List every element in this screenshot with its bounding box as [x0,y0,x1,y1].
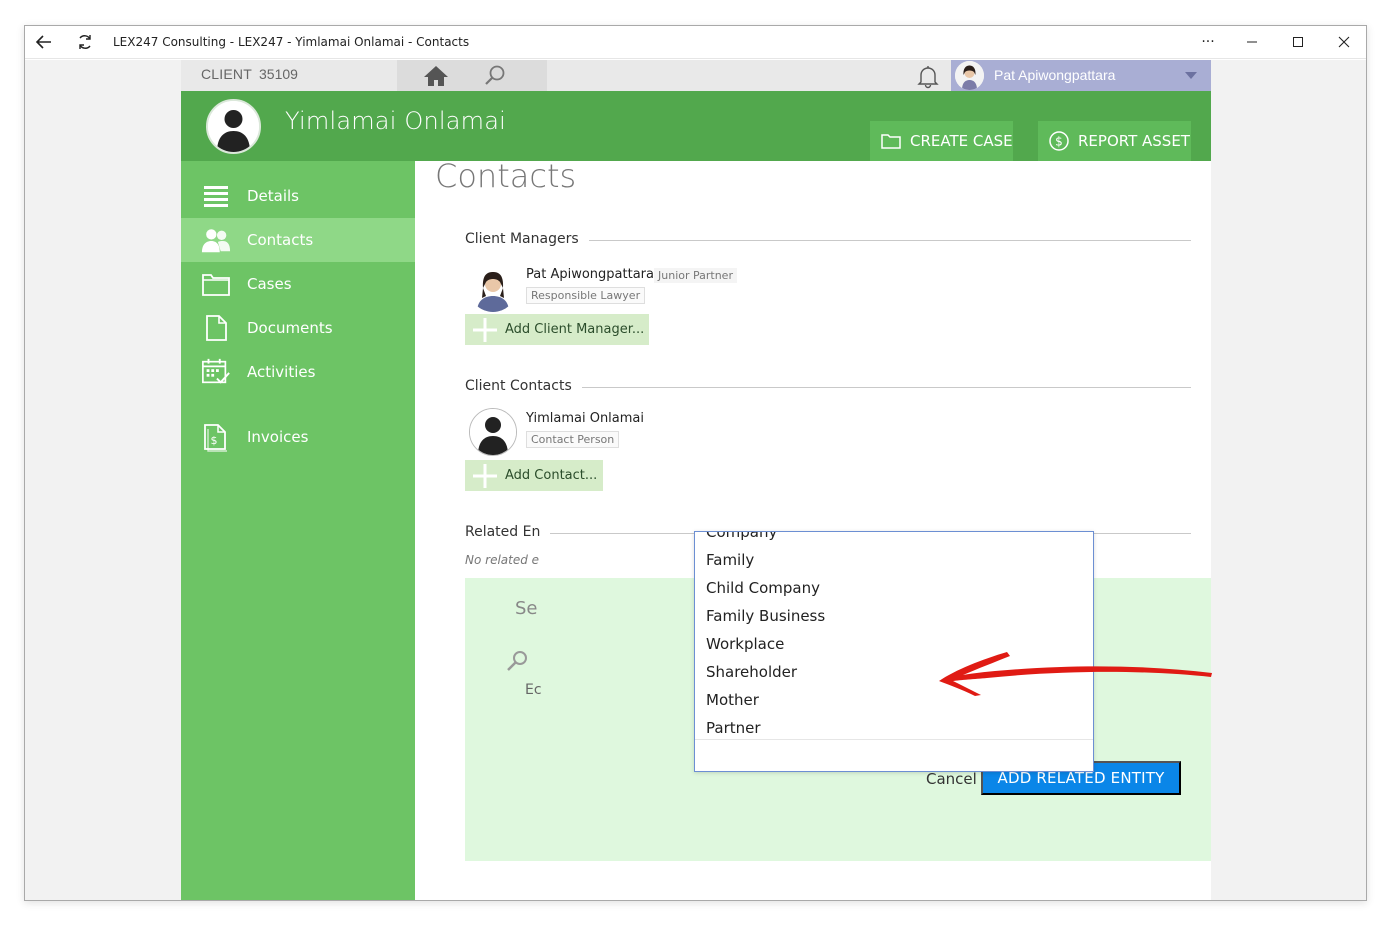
add-contact-button[interactable]: Add Contact... [465,460,603,491]
sidebar-item-label: Contacts [247,231,314,249]
section-heading: Client Managers [465,231,589,247]
sidebar-item-label: Cases [247,275,292,293]
minimize-icon[interactable] [1240,31,1264,53]
sidebar-item-label: Activities [247,363,316,381]
report-asset-button[interactable]: $ REPORT ASSET [1038,121,1191,161]
plus-icon [473,463,497,488]
client-managers-section: Client Managers [465,231,1191,251]
client-contacts-section: Client Contacts [465,378,1191,398]
add-client-manager-button[interactable]: Add Client Manager... [465,314,649,345]
title-bar: LEX247 Consulting - LEX247 - Yimlamai On… [25,26,1366,59]
window-title: LEX247 Consulting - LEX247 - Yimlamai On… [113,35,470,49]
select-heading: Se [515,598,538,619]
sidebar-item-documents[interactable]: Documents [181,306,415,350]
user-avatar [955,61,984,90]
sidebar-item-label: Documents [247,319,333,337]
person-tag: Responsible Lawyer [526,287,646,304]
search-icon[interactable] [483,64,507,88]
app-shell: CLIENT 35109 Pat Apiwongpattara Yimlamai… [181,60,1211,900]
dropdown-option[interactable]: Partner [695,714,1093,739]
client-name: Yimlamai Onlamai [285,107,507,135]
person-role: Junior Partner [654,268,737,283]
person-name: Yimlamai Onlamai [526,411,644,426]
search-icon[interactable] [505,649,529,673]
client-id: 35109 [259,66,298,82]
person-avatar [469,264,517,312]
sidebar-item-activities[interactable]: Activities [181,350,415,394]
people-icon [201,225,231,255]
sidebar-item-label: Invoices [247,428,309,446]
document-icon [201,313,231,343]
close-icon[interactable] [1332,31,1356,53]
create-case-button[interactable]: CREATE CASE [870,121,1013,161]
section-heading: Related En [465,524,551,540]
home-icon[interactable] [422,64,450,88]
top-bar: CLIENT 35109 Pat Apiwongpattara [181,60,1211,91]
maximize-icon[interactable] [1286,31,1310,53]
page-title: Contacts [435,157,577,195]
dropdown-option[interactable]: Family Business [695,602,1093,630]
sidebar: Details Contacts Cases Documents Activit… [181,161,415,900]
chevron-down-icon[interactable] [1185,72,1197,79]
client-avatar [206,99,261,154]
person-avatar [469,408,517,456]
svg-text:$: $ [1055,135,1063,149]
dropdown-option[interactable]: Child Company [695,574,1093,602]
bell-icon[interactable] [915,63,941,89]
sidebar-item-cases[interactable]: Cases [181,262,415,306]
client-header: Yimlamai Onlamai CREATE CASE $ REPORT AS… [181,91,1211,161]
top-icons-area [397,60,547,91]
folder-icon [201,269,231,299]
add-client-manager-label: Add Client Manager... [505,322,645,337]
report-asset-label: REPORT ASSET [1078,132,1190,150]
sidebar-item-contacts[interactable]: Contacts [181,218,415,262]
dollar-circle-icon: $ [1049,131,1069,151]
svg-text:$: $ [211,434,218,447]
dropdown-option[interactable]: Family [695,546,1093,574]
dropdown-option[interactable]: Company [695,532,1093,546]
back-arrow-icon[interactable] [35,33,53,51]
add-contact-label: Add Contact... [505,468,598,483]
annotation-arrow [939,652,1212,696]
client-label: CLIENT [201,66,252,82]
invoice-icon: $ [201,422,231,452]
section-heading: Client Contacts [465,378,582,394]
person-tag: Contact Person [526,431,620,448]
person-name: Pat Apiwongpattara [526,267,654,282]
window-content: CLIENT 35109 Pat Apiwongpattara Yimlamai… [25,60,1366,900]
edit-label: Ec [525,682,542,698]
cancel-button[interactable]: Cancel [926,770,977,788]
create-case-label: CREATE CASE [910,132,1013,150]
app-window: LEX247 Consulting - LEX247 - Yimlamai On… [24,25,1367,901]
related-empty-text: No related e [465,553,540,567]
user-menu[interactable]: Pat Apiwongpattara [951,60,1211,91]
sidebar-item-invoices[interactable]: $ Invoices [181,415,415,459]
plus-icon [473,317,497,342]
calendar-icon [201,357,231,387]
list-icon [201,181,231,211]
refresh-icon[interactable] [75,32,95,52]
user-name: Pat Apiwongpattara [994,67,1116,83]
sidebar-item-details[interactable]: Details [181,174,415,218]
folder-icon [881,134,901,149]
sidebar-item-label: Details [247,187,300,205]
more-icon[interactable]: ··· [1196,31,1220,53]
